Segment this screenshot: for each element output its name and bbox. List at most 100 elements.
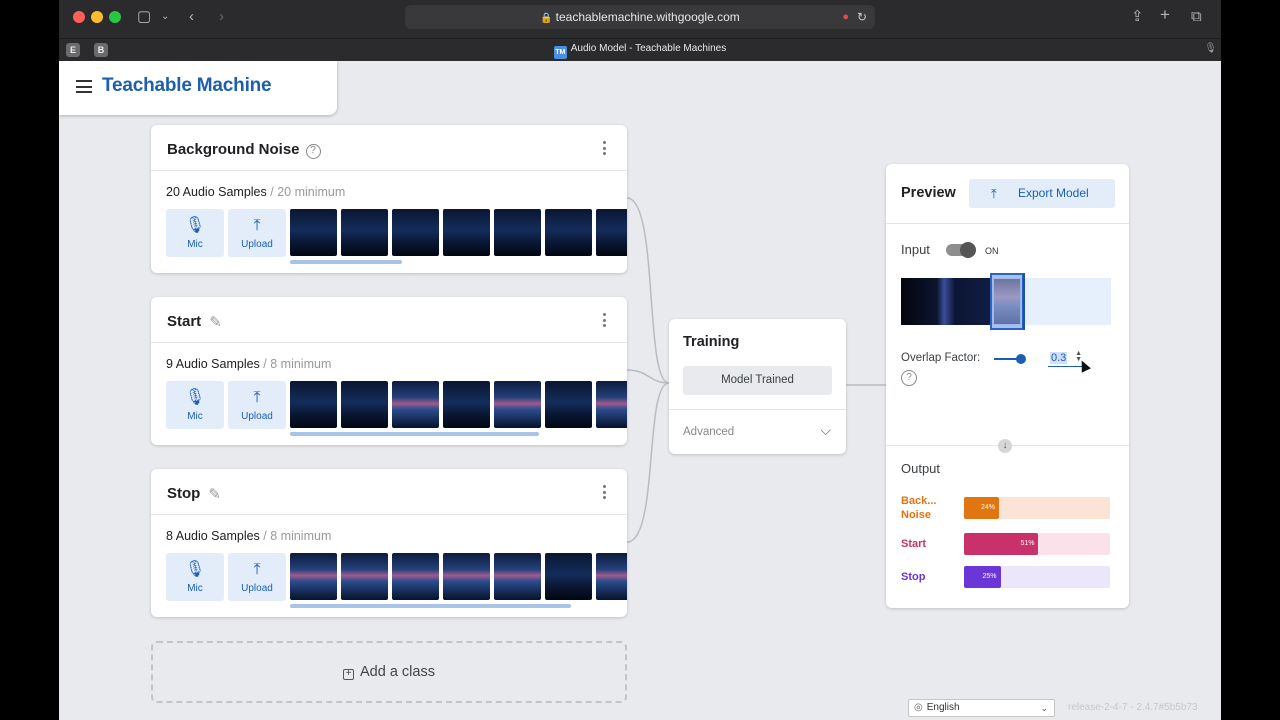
release-version: release-2-4-7 - 2.4.7#5b5b73 bbox=[1068, 702, 1198, 713]
back-icon[interactable]: ‹ bbox=[189, 8, 194, 26]
overlap-slider[interactable] bbox=[994, 354, 1026, 364]
preview-title: Preview bbox=[901, 185, 956, 201]
maximize-window-button[interactable] bbox=[109, 11, 121, 23]
sample-minimum: / 20 minimum bbox=[270, 185, 346, 199]
upload-label: Upload bbox=[241, 411, 273, 422]
help-icon[interactable]: ? bbox=[901, 370, 917, 386]
sample-minimum: / 8 minimum bbox=[263, 357, 332, 371]
thumbnail-scrollbar[interactable] bbox=[290, 432, 539, 436]
training-title: Training bbox=[683, 334, 740, 350]
edit-pencil-icon[interactable]: ✎ bbox=[208, 485, 221, 503]
language-select[interactable]: ◎ English ⌄ bbox=[908, 699, 1055, 717]
sample-thumbnail[interactable] bbox=[341, 553, 388, 600]
minimize-window-button[interactable] bbox=[91, 11, 103, 23]
sample-thumbnail[interactable] bbox=[545, 381, 592, 428]
output-name-line: Back... bbox=[901, 495, 937, 507]
tab-overview-icon[interactable]: ⧉ bbox=[1191, 8, 1202, 26]
close-window-button[interactable] bbox=[73, 11, 85, 23]
class-name[interactable]: Stop bbox=[167, 485, 200, 502]
sample-thumbnails[interactable] bbox=[290, 209, 627, 257]
sample-minimum: / 8 minimum bbox=[263, 529, 332, 543]
sample-thumbnail[interactable] bbox=[392, 209, 439, 256]
sample-count: 20 Audio Samples / 20 minimum bbox=[166, 185, 345, 199]
sample-thumbnail[interactable] bbox=[494, 381, 541, 428]
help-icon[interactable]: ? bbox=[305, 144, 321, 159]
class-title: Start ✎ bbox=[167, 313, 222, 331]
browser-chrome: ▢ ⌄ ‹ › 🔒 teachablemachine.withgoogle.com… bbox=[59, 0, 1221, 61]
output-class-name: Start bbox=[901, 537, 926, 551]
sample-thumbnail[interactable] bbox=[596, 553, 627, 600]
training-panel: Training Model Trained Advanced ⌵ bbox=[669, 319, 846, 454]
more-options-icon[interactable] bbox=[603, 141, 607, 158]
address-bar[interactable]: 🔒 teachablemachine.withgoogle.com ● ↻ bbox=[405, 5, 875, 29]
class-name[interactable]: Start bbox=[167, 313, 201, 330]
sidebar-icon[interactable]: ▢ bbox=[137, 8, 151, 26]
add-class-button[interactable]: + Add a class bbox=[151, 641, 627, 703]
sample-count-value: 9 Audio Samples bbox=[166, 357, 260, 371]
sample-thumbnails[interactable] bbox=[290, 381, 627, 429]
microphone-icon[interactable]: ● bbox=[842, 5, 849, 29]
active-tab[interactable]: TM Audio Model - Teachable Machines bbox=[59, 43, 1221, 59]
edit-pencil-icon[interactable]: ✎ bbox=[209, 313, 222, 331]
upload-icon: ⤒ bbox=[253, 561, 261, 578]
thumbnail-scrollbar[interactable] bbox=[290, 604, 571, 608]
class-title: Stop ✎ bbox=[167, 485, 221, 503]
sample-thumbnail[interactable] bbox=[341, 209, 388, 256]
sample-thumbnail[interactable] bbox=[545, 209, 592, 256]
sample-thumbnail[interactable] bbox=[494, 553, 541, 600]
class-title: Background Noise? bbox=[167, 141, 321, 159]
sample-thumbnail[interactable] bbox=[290, 553, 337, 600]
input-toggle[interactable] bbox=[946, 242, 976, 258]
thumbnail-scrollbar[interactable] bbox=[290, 260, 402, 264]
sample-thumbnail[interactable] bbox=[443, 381, 490, 428]
chevron-down-icon[interactable]: ⌄ bbox=[161, 8, 169, 26]
sample-thumbnail[interactable] bbox=[443, 553, 490, 600]
new-tab-icon[interactable]: + bbox=[1160, 6, 1170, 24]
sample-thumbnail[interactable] bbox=[290, 381, 337, 428]
sample-thumbnail[interactable] bbox=[545, 553, 592, 600]
advanced-label: Advanced bbox=[683, 426, 735, 438]
model-trained-button[interactable]: Model Trained bbox=[683, 366, 832, 395]
slider-thumb[interactable] bbox=[1016, 354, 1026, 364]
sample-thumbnail[interactable] bbox=[596, 209, 627, 256]
browser-toolbar: ▢ ⌄ ‹ › 🔒 teachablemachine.withgoogle.com… bbox=[59, 0, 1221, 36]
sample-thumbnail[interactable] bbox=[290, 209, 337, 256]
app-title[interactable]: Teachable Machine bbox=[102, 75, 272, 97]
divider bbox=[886, 223, 1129, 224]
forward-icon[interactable]: › bbox=[219, 8, 224, 26]
microphone-icon: 🎙 bbox=[184, 389, 206, 406]
sample-count-value: 8 Audio Samples bbox=[166, 529, 260, 543]
toggle-knob bbox=[960, 242, 976, 258]
advanced-toggle[interactable]: Advanced ⌵ bbox=[669, 409, 846, 454]
more-options-icon[interactable] bbox=[603, 313, 607, 330]
upload-button[interactable]: ⤒ Upload bbox=[228, 381, 286, 429]
mic-label: Mic bbox=[187, 411, 203, 422]
hamburger-menu-icon[interactable] bbox=[76, 80, 92, 93]
sample-thumbnail[interactable] bbox=[392, 381, 439, 428]
upload-label: Upload bbox=[241, 239, 273, 250]
add-icon: + bbox=[343, 669, 355, 680]
upload-button[interactable]: ⤒ Upload bbox=[228, 209, 286, 257]
sample-thumbnails[interactable] bbox=[290, 553, 627, 601]
output-name-line: Stop bbox=[901, 571, 926, 583]
upload-button[interactable]: ⤒ Upload bbox=[228, 553, 286, 601]
mic-label: Mic bbox=[187, 583, 203, 594]
sample-thumbnail[interactable] bbox=[392, 553, 439, 600]
mic-button[interactable]: 🎙 Mic bbox=[166, 381, 224, 429]
sample-thumbnail[interactable] bbox=[596, 381, 627, 428]
sample-thumbnail[interactable] bbox=[494, 209, 541, 256]
reload-icon[interactable]: ↻ bbox=[857, 5, 867, 29]
share-icon[interactable]: ⇪ bbox=[1131, 8, 1144, 26]
sample-thumbnail[interactable] bbox=[341, 381, 388, 428]
sample-thumbnail[interactable] bbox=[443, 209, 490, 256]
tab-strip: E B TM Audio Model - Teachable Machines 🎙 bbox=[59, 38, 1221, 61]
lock-icon: 🔒 bbox=[540, 13, 553, 24]
globe-icon: ◎ bbox=[914, 702, 923, 713]
more-options-icon[interactable] bbox=[603, 485, 607, 502]
mic-button[interactable]: 🎙 Mic bbox=[166, 553, 224, 601]
mic-button[interactable]: 🎙 Mic bbox=[166, 209, 224, 257]
class-name: Background Noise bbox=[167, 141, 300, 158]
export-model-button[interactable]: ⤒ Export Model bbox=[969, 179, 1115, 208]
microphone-tab-icon: 🎙 bbox=[1204, 43, 1217, 54]
output-percent: 25% bbox=[982, 573, 997, 580]
